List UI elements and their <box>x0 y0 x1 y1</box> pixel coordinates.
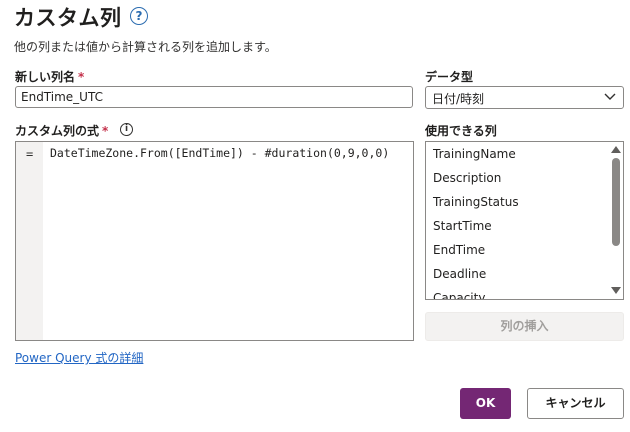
new-column-name-label-text: 新しい列名 <box>15 70 76 84</box>
learn-more-link[interactable]: Power Query 式の詳細 <box>15 349 143 366</box>
data-type-dropdown[interactable]: 日付/時刻 <box>425 86 624 109</box>
required-mark: * <box>78 70 85 84</box>
chevron-down-icon <box>604 93 616 100</box>
scroll-up-arrow-icon[interactable] <box>611 146 621 153</box>
list-item[interactable]: TrainingStatus <box>433 195 519 209</box>
formula-prefix: = <box>26 147 34 161</box>
data-type-label: データ型 <box>425 70 474 84</box>
formula-editor[interactable]: = DateTimeZone.From([EndTime]) - #durati… <box>15 141 414 341</box>
data-type-selected: 日付/時刻 <box>432 92 485 106</box>
scrollbar-thumb[interactable] <box>612 158 620 246</box>
dialog-subtitle: 他の列または値から計算される列を追加します。 <box>14 40 277 54</box>
required-mark: * <box>102 124 109 138</box>
new-column-name-input[interactable] <box>15 86 413 108</box>
custom-formula-label: カスタム列の式 * <box>15 122 108 139</box>
list-item[interactable]: Capacity <box>433 291 485 299</box>
custom-formula-label-text: カスタム列の式 <box>15 124 100 138</box>
info-circle-icon[interactable]: i <box>120 123 133 136</box>
help-circle-icon[interactable]: ? <box>130 7 148 25</box>
list-item[interactable]: EndTime <box>433 243 485 257</box>
available-columns-list[interactable]: TrainingName Description TrainingStatus … <box>425 141 624 300</box>
editor-gutter <box>16 142 43 340</box>
ok-button[interactable]: OK <box>460 388 511 419</box>
list-item[interactable]: StartTime <box>433 219 492 233</box>
cancel-button[interactable]: キャンセル <box>527 388 624 419</box>
list-item[interactable]: TrainingName <box>433 147 516 161</box>
new-column-name-label: 新しい列名 * <box>15 68 84 85</box>
list-item[interactable]: Deadline <box>433 267 486 281</box>
scroll-down-arrow-icon[interactable] <box>611 287 621 294</box>
formula-text[interactable]: DateTimeZone.From([EndTime]) - #duration… <box>50 146 389 160</box>
available-columns-label: 使用できる列 <box>425 124 497 138</box>
insert-column-button[interactable]: 列の挿入 <box>425 312 624 341</box>
list-item[interactable]: Description <box>433 171 501 185</box>
dialog-title: カスタム列 <box>14 6 122 30</box>
